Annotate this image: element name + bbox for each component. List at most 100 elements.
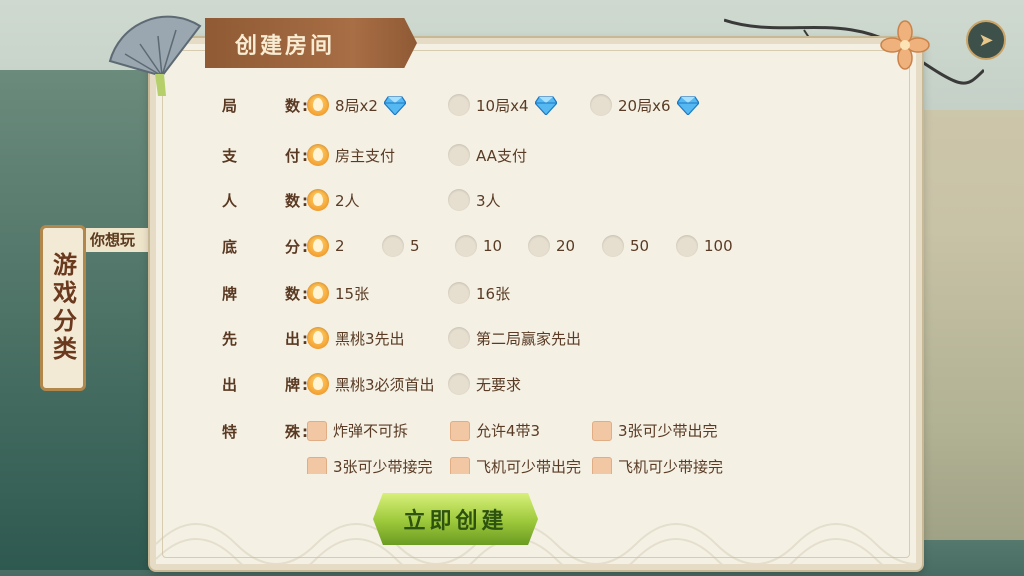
option-row-label: 人 数: <box>222 190 308 211</box>
radio-selected[interactable] <box>307 327 329 349</box>
radio-unselected[interactable] <box>590 94 612 116</box>
radio-selected[interactable] <box>307 373 329 395</box>
option-text: 允许4带3 <box>476 422 541 440</box>
option-text: 8局x2 <box>335 96 378 115</box>
option-row: 局 数: <box>222 90 308 120</box>
checkbox-option[interactable]: 飞机可少带出完 <box>450 456 581 474</box>
radio-unselected[interactable] <box>528 235 550 257</box>
option-text: 房主支付 <box>335 146 396 165</box>
fan-icon <box>108 15 202 96</box>
option-row-label: 牌 数: <box>222 283 308 304</box>
label-char: 出 <box>284 329 300 348</box>
flower-close-icon[interactable] <box>880 20 930 70</box>
label-tail: 牌: <box>285 374 308 395</box>
arrow-right-icon[interactable]: ➤ <box>966 20 1006 60</box>
checkbox[interactable] <box>450 456 470 474</box>
radio-unselected[interactable] <box>602 235 624 257</box>
option-text: 10局x4 <box>476 96 529 115</box>
create-now-label: 立即创建 <box>403 509 508 534</box>
radio-option[interactable]: AA支付 <box>448 144 527 166</box>
option-row: 底 分: <box>222 231 308 261</box>
radio-option[interactable]: 10 <box>455 235 502 257</box>
radio-option[interactable]: 无要求 <box>448 373 521 395</box>
radio-selected[interactable] <box>307 189 329 211</box>
label-char: 人 <box>222 191 238 210</box>
radio-selected[interactable] <box>307 144 329 166</box>
radio-selected[interactable] <box>307 282 329 304</box>
radio-option[interactable]: 8局x2 <box>307 94 406 116</box>
radio-unselected[interactable] <box>382 235 404 257</box>
checkbox[interactable] <box>307 456 327 474</box>
radio-option[interactable]: 3人 <box>448 189 501 211</box>
radio-option[interactable]: 20 <box>528 235 575 257</box>
radio-option[interactable]: 房主支付 <box>307 144 395 166</box>
radio-option[interactable]: 100 <box>676 235 733 257</box>
checkbox-option[interactable]: 飞机可少带接完 <box>592 456 723 474</box>
option-row-label: 出 牌: <box>222 374 308 395</box>
diamond-icon <box>676 96 699 115</box>
dialog-title-ribbon: 创建房间 <box>205 18 417 68</box>
option-row-label: 先 出: <box>222 328 308 349</box>
overflow-checkbox-row: 3张可少带接完 飞机可少带出完 飞机可少带接完 <box>150 450 910 474</box>
checkbox[interactable] <box>450 420 470 441</box>
radio-option[interactable]: 10局x4 <box>448 94 557 116</box>
radio-option[interactable]: 第二局赢家先出 <box>448 327 581 349</box>
label-tail: 付: <box>285 145 308 166</box>
option-text: 20 <box>556 237 576 255</box>
radio-option[interactable]: 黑桃3先出 <box>307 327 405 349</box>
label-char: 支 <box>222 146 238 165</box>
radio-option[interactable]: 20局x6 <box>590 94 699 116</box>
option-text: 飞机可少带出完 <box>476 458 582 474</box>
option-row-label: 局 数: <box>222 95 308 116</box>
radio-option[interactable]: 黑桃3必须首出 <box>307 373 435 395</box>
option-text: 无要求 <box>476 375 522 394</box>
checkbox[interactable] <box>592 456 612 474</box>
option-text: 20局x6 <box>618 96 671 115</box>
option-text: 3张可少带出完 <box>618 422 718 440</box>
option-row-label: 特 殊: <box>222 421 308 442</box>
checkbox[interactable] <box>592 420 612 441</box>
checkbox[interactable] <box>307 420 327 441</box>
label-char: 先 <box>222 329 238 348</box>
option-text: 3张可少带接完 <box>333 458 433 474</box>
radio-unselected[interactable] <box>448 144 470 166</box>
radio-option[interactable]: 5 <box>382 235 420 257</box>
checkbox-option[interactable]: 炸弹不可拆 <box>307 420 408 441</box>
partial-banner: 你想玩 <box>86 228 156 252</box>
category-tab[interactable]: 游戏分类 <box>40 225 86 391</box>
radio-unselected[interactable] <box>448 94 470 116</box>
radio-unselected[interactable] <box>455 235 477 257</box>
radio-unselected[interactable] <box>448 327 470 349</box>
option-row-label: 底 分: <box>222 236 308 257</box>
category-tab-label: 游戏分类 <box>48 252 77 364</box>
checkbox-option[interactable]: 允许4带3 <box>450 420 540 441</box>
radio-unselected[interactable] <box>448 189 470 211</box>
radio-unselected[interactable] <box>448 282 470 304</box>
radio-option[interactable]: 50 <box>602 235 649 257</box>
label-char: 付 <box>284 146 300 165</box>
diamond-icon <box>383 96 406 115</box>
radio-selected[interactable] <box>307 235 329 257</box>
label-char: 特 <box>222 422 238 441</box>
option-row: 先 出: <box>222 323 308 353</box>
label-char: 数 <box>284 284 300 303</box>
option-text: 50 <box>630 237 650 255</box>
label-tail: 数: <box>285 95 308 116</box>
option-text: 3人 <box>476 191 501 210</box>
create-now-button[interactable]: 立即创建 <box>373 493 538 545</box>
label-char: 数 <box>284 96 300 115</box>
label-char: 局 <box>222 96 238 115</box>
right-panel-backdrop <box>911 110 1024 540</box>
radio-unselected[interactable] <box>448 373 470 395</box>
label-char: 分 <box>284 237 300 256</box>
checkbox-option[interactable]: 3张可少带接完 <box>307 456 433 474</box>
checkbox-option[interactable]: 3张可少带出完 <box>592 420 718 441</box>
radio-unselected[interactable] <box>676 235 698 257</box>
radio-option[interactable]: 2 <box>307 235 345 257</box>
radio-selected[interactable] <box>307 94 329 116</box>
radio-option[interactable]: 2人 <box>307 189 360 211</box>
radio-option[interactable]: 15张 <box>307 282 369 304</box>
option-text: 5 <box>410 237 420 255</box>
option-row: 牌 数: <box>222 278 308 308</box>
radio-option[interactable]: 16张 <box>448 282 510 304</box>
